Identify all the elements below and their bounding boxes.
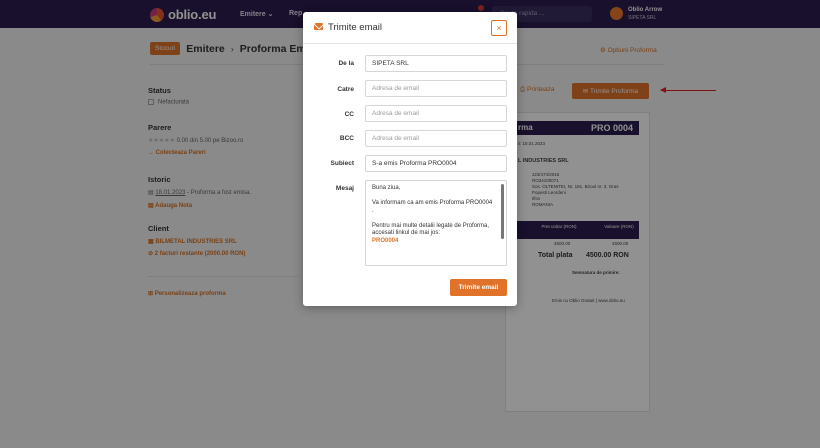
modal-title: Trimite email	[328, 22, 383, 33]
cc-label: CC	[344, 111, 354, 118]
mesaj-scrollbar[interactable]	[501, 184, 504, 239]
trimite-email-button[interactable]: Trimite email	[450, 279, 507, 296]
mesaj-line: Pentru mai multe detalii legate de Profo…	[372, 222, 490, 237]
bcc-label: BCC	[339, 135, 354, 142]
mesaj-label: Mesaj	[335, 185, 354, 192]
mesaj-proforma-link[interactable]: PRO0004	[372, 238, 494, 246]
bcc-field[interactable]	[365, 130, 507, 147]
catre-label: Catre	[337, 86, 354, 93]
close-button[interactable]: ×	[491, 20, 507, 36]
mesaj-textarea[interactable]: Buna ziua, Va informam ca am emis Profor…	[365, 180, 507, 266]
cc-field[interactable]	[365, 105, 507, 122]
subiect-label: Subiect	[330, 160, 354, 167]
envelope-icon	[314, 23, 323, 30]
de-la-field[interactable]	[365, 55, 507, 72]
mesaj-greeting: Buna ziua,	[372, 185, 401, 191]
modal-header: Trimite email ×	[303, 12, 517, 44]
catre-field[interactable]	[365, 80, 507, 97]
mesaj-line: Va informam ca am emis Proforma PRO0004 …	[372, 200, 493, 214]
mesaj-content: Buna ziua, Va informam ca am emis Profor…	[372, 185, 494, 245]
trimite-email-modal: Trimite email × De la Catre CC BCC Subie…	[303, 12, 517, 306]
de-la-label: De la	[338, 60, 354, 67]
subiect-field[interactable]	[365, 155, 507, 172]
